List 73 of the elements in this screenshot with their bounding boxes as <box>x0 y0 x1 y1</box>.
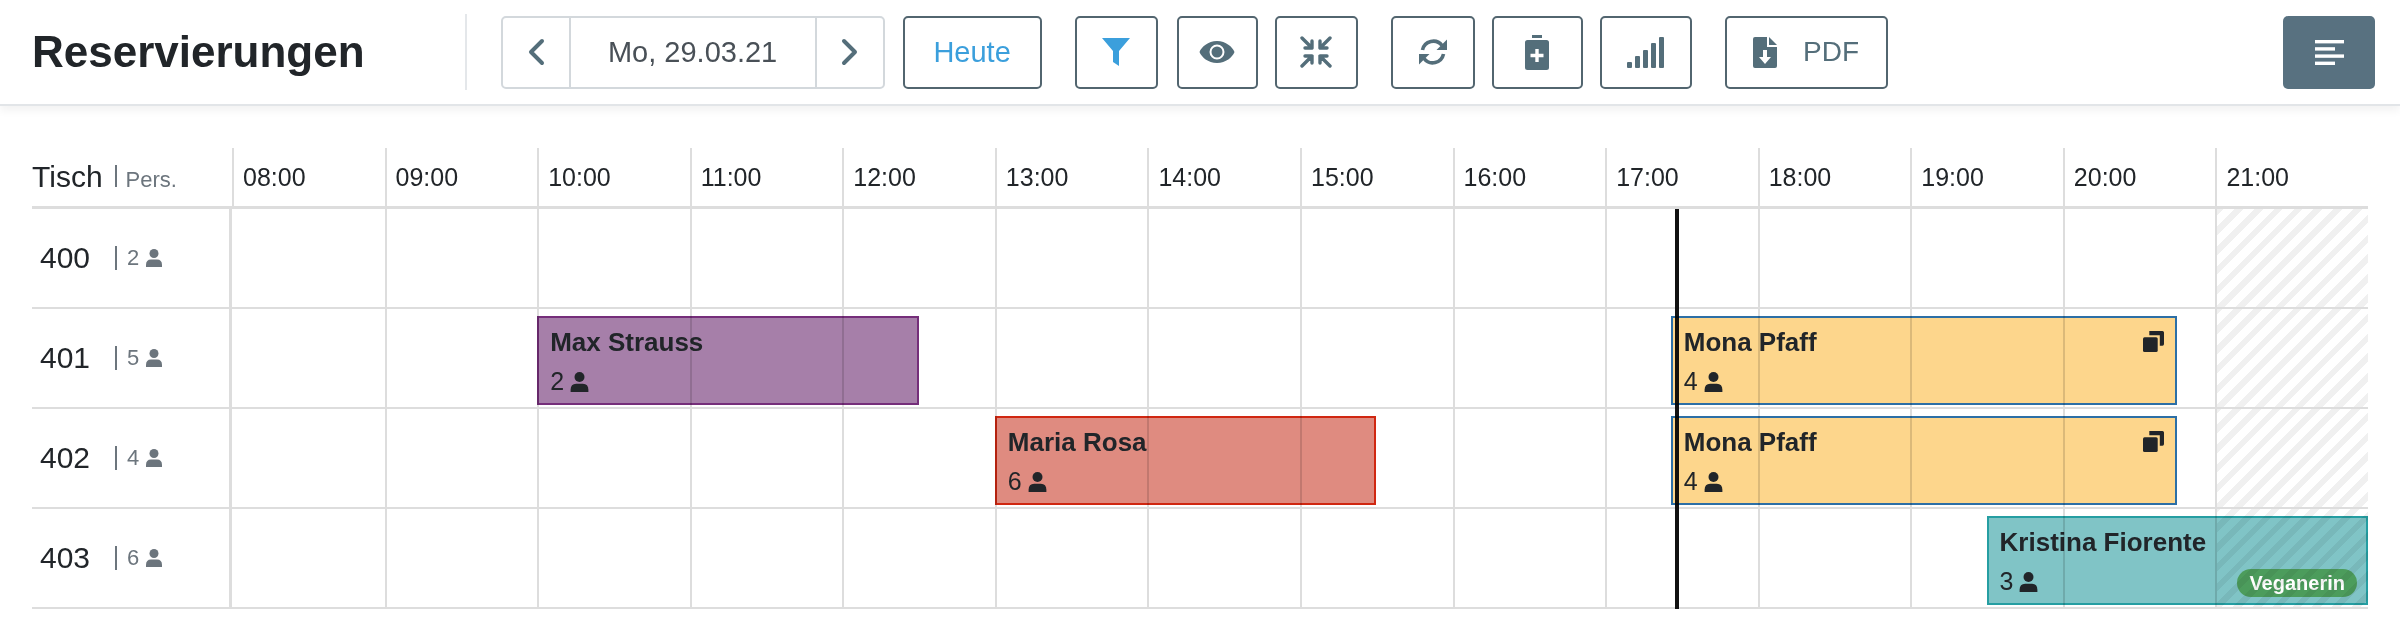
refresh-button[interactable] <box>1390 15 1475 89</box>
hour-label: 20:00 <box>2073 164 2137 190</box>
reservation-block[interactable]: Maria Rosa 6 <box>994 416 1377 505</box>
person-icon <box>570 371 590 392</box>
person-icon <box>1703 471 1723 492</box>
date-field[interactable]: Mo, 29.03.21 <box>570 15 815 89</box>
page-title: Reservierungen <box>32 30 365 74</box>
eye-icon <box>1199 40 1236 64</box>
guest-count: 4 <box>1683 469 1698 494</box>
hour-label: 21:00 <box>2226 164 2289 190</box>
menu-button[interactable] <box>2283 15 2375 89</box>
hour-label: 17:00 <box>1616 164 1679 190</box>
guest-count: 4 <box>1683 369 1698 394</box>
chevron-left-icon <box>526 38 545 66</box>
seat-count: 2 <box>127 247 140 269</box>
guest-count: 6 <box>1007 469 1022 494</box>
person-icon <box>146 249 163 267</box>
signal-bars-icon <box>1627 36 1665 68</box>
person-icon <box>146 549 163 567</box>
person-icon <box>146 349 163 367</box>
reservation-block[interactable]: Max Strauss 2 <box>537 316 919 405</box>
table-column-heading: Tisch <box>32 162 103 192</box>
refresh-icon <box>1416 36 1449 68</box>
person-icon <box>1703 371 1723 392</box>
guest-count: 3 <box>1999 569 2014 594</box>
person-icon <box>2019 571 2039 592</box>
hour-label: 11:00 <box>700 164 762 190</box>
seat-count: 4 <box>127 447 140 469</box>
hour-label: 08:00 <box>243 164 306 190</box>
seats-column-heading: Pers. <box>125 169 177 191</box>
hour-label: 14:00 <box>1158 164 1221 190</box>
view-button[interactable] <box>1176 15 1258 89</box>
hour-label: 19:00 <box>1921 164 1984 190</box>
reservation-block[interactable]: Mona Pfaff 4 <box>1670 316 2178 405</box>
clipboard-plus-icon <box>1525 34 1550 70</box>
guest-name: Mona Pfaff <box>1683 429 1817 455</box>
person-icon <box>1027 471 1047 492</box>
guest-name: Mona Pfaff <box>1683 329 1817 355</box>
table-number: 401 <box>40 343 92 373</box>
reservation-block[interactable]: Mona Pfaff 4 <box>1670 416 2178 505</box>
hour-label: 13:00 <box>1005 164 1069 190</box>
clipboard-button[interactable] <box>1491 15 1583 89</box>
guest-name: Max Strauss <box>550 329 704 355</box>
hour-label: 16:00 <box>1463 164 1527 190</box>
previous-day-button[interactable] <box>500 15 571 89</box>
copy-icon <box>2143 331 2165 352</box>
seat-count: 6 <box>127 547 140 569</box>
guest-name: Maria Rosa <box>1007 429 1147 455</box>
person-icon <box>146 449 163 467</box>
hour-label: 15:00 <box>1311 164 1374 190</box>
compress-button[interactable] <box>1274 15 1358 89</box>
hour-label: 09:00 <box>395 164 459 190</box>
table-number: 403 <box>40 543 92 573</box>
filter-icon <box>1101 37 1132 67</box>
reservation-block[interactable]: Kristina Fiorente 3 Veganerin <box>1986 516 2368 605</box>
next-day-button[interactable] <box>814 15 885 89</box>
guest-name: Kristina Fiorente <box>1999 529 2207 555</box>
seat-count: 5 <box>127 347 140 369</box>
inward-arrows-icon <box>1300 36 1333 68</box>
chevron-right-icon <box>840 38 859 66</box>
table-number: 402 <box>40 443 92 473</box>
bar-chart-button[interactable] <box>1599 15 1692 89</box>
filter-button[interactable] <box>1074 15 1158 89</box>
note-tag: Veganerin <box>2237 569 2357 597</box>
hour-label: 10:00 <box>548 164 611 190</box>
menu-icon <box>2314 39 2344 65</box>
table-number: 400 <box>40 243 92 273</box>
pdf-button[interactable]: PDF <box>1724 15 1888 89</box>
guest-count: 2 <box>550 369 565 394</box>
hour-label: 12:00 <box>853 164 916 190</box>
hour-label: 18:00 <box>1768 164 1832 190</box>
file-arrow-icon <box>1753 36 1778 68</box>
copy-icon <box>2143 431 2165 452</box>
